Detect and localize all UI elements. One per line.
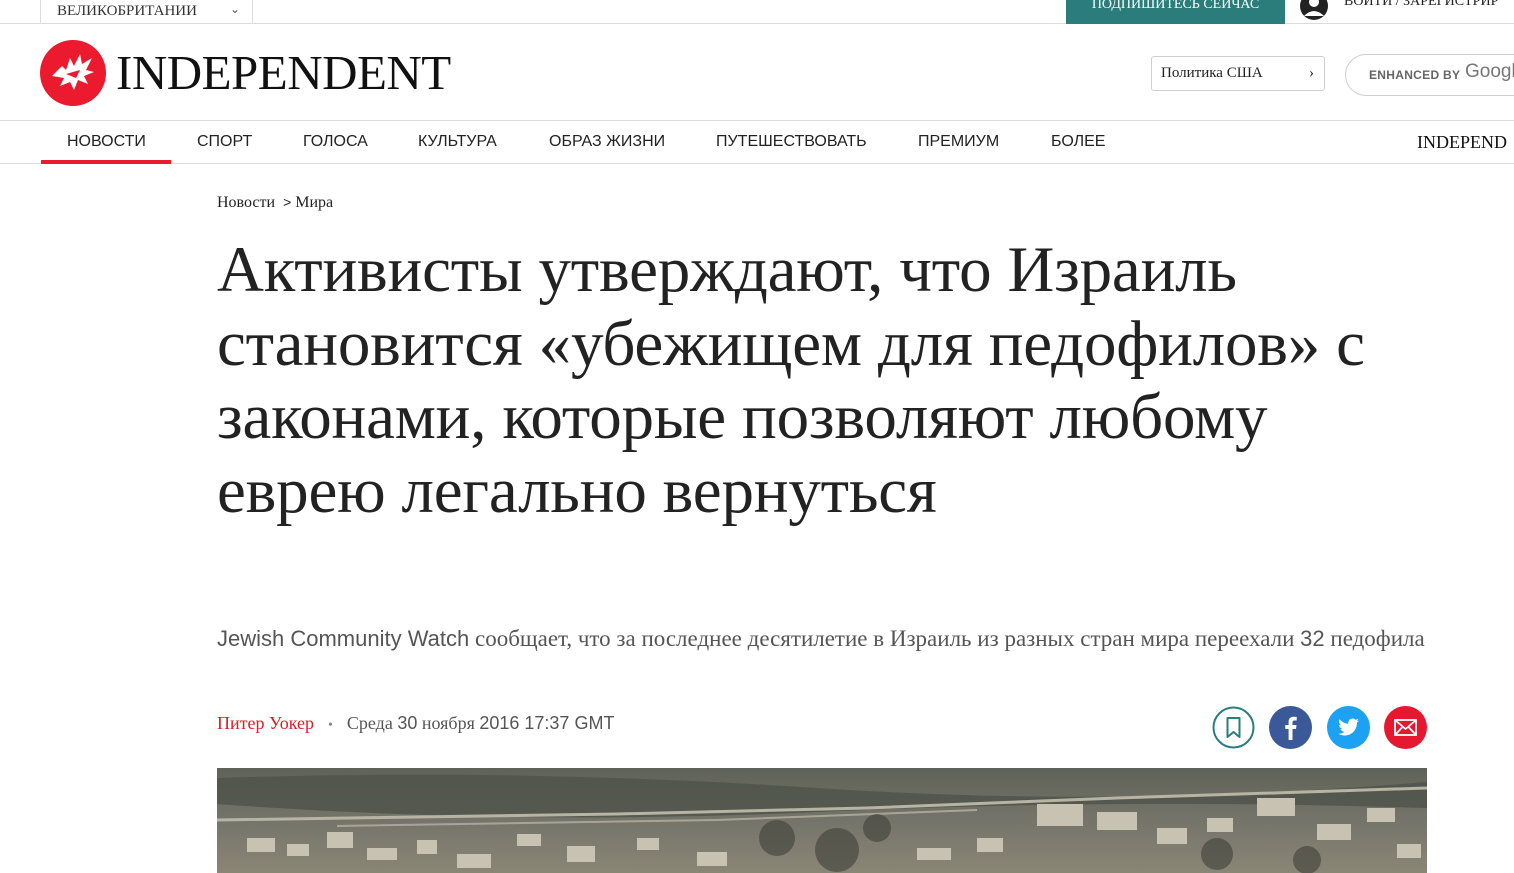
date-month: ноября xyxy=(417,713,480,733)
chevron-down-icon: ⌄ xyxy=(229,2,240,16)
bookmark-button[interactable] xyxy=(1212,706,1255,749)
standfirst-number: 32 xyxy=(1300,626,1325,651)
article-standfirst: Jewish Community Watch сообщает, что за … xyxy=(217,624,1427,654)
search-enhanced-label: ENHANCED BY xyxy=(1369,68,1461,82)
chevron-right-icon: › xyxy=(1309,65,1314,81)
site-logo-text[interactable]: INDEPENDENT xyxy=(116,45,451,101)
breadcrumb-separator: > xyxy=(283,194,292,210)
region-label: ВЕЛИКОБРИТАНИИ xyxy=(57,3,197,19)
twitter-icon xyxy=(1327,706,1370,749)
article-hero-image[interactable] xyxy=(217,768,1427,873)
twitter-share-button[interactable] xyxy=(1327,706,1370,749)
breadcrumb-news[interactable]: Новости xyxy=(217,194,275,211)
main-nav: НОВОСТИ СПОРТ ГОЛОСА КУЛЬТУРА ОБРАЗ ЖИЗН… xyxy=(0,121,1514,164)
login-link[interactable]: ВОЙТИ / ЗАРЕГИСТРИР xyxy=(1344,0,1498,10)
subscribe-label: ПОДПИШИТЕСЬ СЕЙЧАС xyxy=(1091,0,1260,12)
facebook-share-button[interactable] xyxy=(1269,706,1312,749)
region-selector[interactable]: ВЕЛИКОБРИТАНИИ ⌄ xyxy=(40,0,253,24)
nav-item-voices[interactable]: ГОЛОСА xyxy=(303,121,368,164)
site-header: INDEPENDENT Политика США › ENHANCED BY G… xyxy=(0,25,1514,121)
nav-item-premium[interactable]: ПРЕМИУМ xyxy=(918,121,999,164)
nav-item-sport[interactable]: СПОРТ xyxy=(197,121,252,164)
date-day: 30 xyxy=(397,713,418,733)
subscribe-button[interactable]: ПОДПИШИТЕСЬ СЕЙЧАС xyxy=(1066,0,1285,24)
byline-separator: • xyxy=(328,718,333,733)
user-icon[interactable] xyxy=(1299,0,1329,20)
eagle-logo-icon[interactable] xyxy=(40,40,106,106)
date-rest: 2016 17:37 GMT xyxy=(479,713,615,733)
breadcrumb-world[interactable]: Мира xyxy=(295,194,333,211)
standfirst-org: Jewish Community Watch xyxy=(217,626,470,651)
nav-item-culture[interactable]: КУЛЬТУРА xyxy=(418,121,497,164)
author-link[interactable]: Питер Уокер xyxy=(217,713,314,733)
standfirst-text-1: сообщает, что за последнее десятилетие в… xyxy=(469,626,1301,651)
bookmark-icon xyxy=(1212,706,1255,749)
standfirst-text-2: педофила xyxy=(1324,626,1425,651)
edition-selector[interactable]: Политика США › xyxy=(1151,56,1325,91)
date-weekday: Среда xyxy=(346,713,398,733)
nav-item-travel[interactable]: ПУТЕШЕСТВОВАТЬ xyxy=(716,121,867,164)
nav-item-news[interactable]: НОВОСТИ xyxy=(41,121,171,164)
search-input[interactable]: ENHANCED BY Googl xyxy=(1345,54,1514,96)
facebook-icon xyxy=(1269,706,1312,749)
nav-item-more[interactable]: БОЛЕЕ xyxy=(1051,121,1105,164)
email-share-button[interactable] xyxy=(1384,706,1427,749)
nav-item-lifestyle[interactable]: ОБРАЗ ЖИЗНИ xyxy=(549,121,665,164)
edition-label: Политика США xyxy=(1161,65,1263,81)
article-headline: Активисты утверждают, что Израиль станов… xyxy=(217,234,1365,527)
search-google-label: Googl xyxy=(1465,61,1514,82)
article-byline: Питер Уокер • Среда 30 ноября 2016 17:37 G… xyxy=(217,713,614,734)
email-icon xyxy=(1384,706,1427,749)
nav-brand-logo[interactable]: INDEPEND xyxy=(1417,121,1507,164)
breadcrumb: Новости > Мира xyxy=(217,194,333,212)
top-utility-bar: ВЕЛИКОБРИТАНИИ ⌄ ПОДПИШИТЕСЬ СЕЙЧАС ВОЙТ… xyxy=(0,0,1514,24)
publish-date: Среда 30 ноября 2016 17:37 GMT xyxy=(347,713,615,733)
